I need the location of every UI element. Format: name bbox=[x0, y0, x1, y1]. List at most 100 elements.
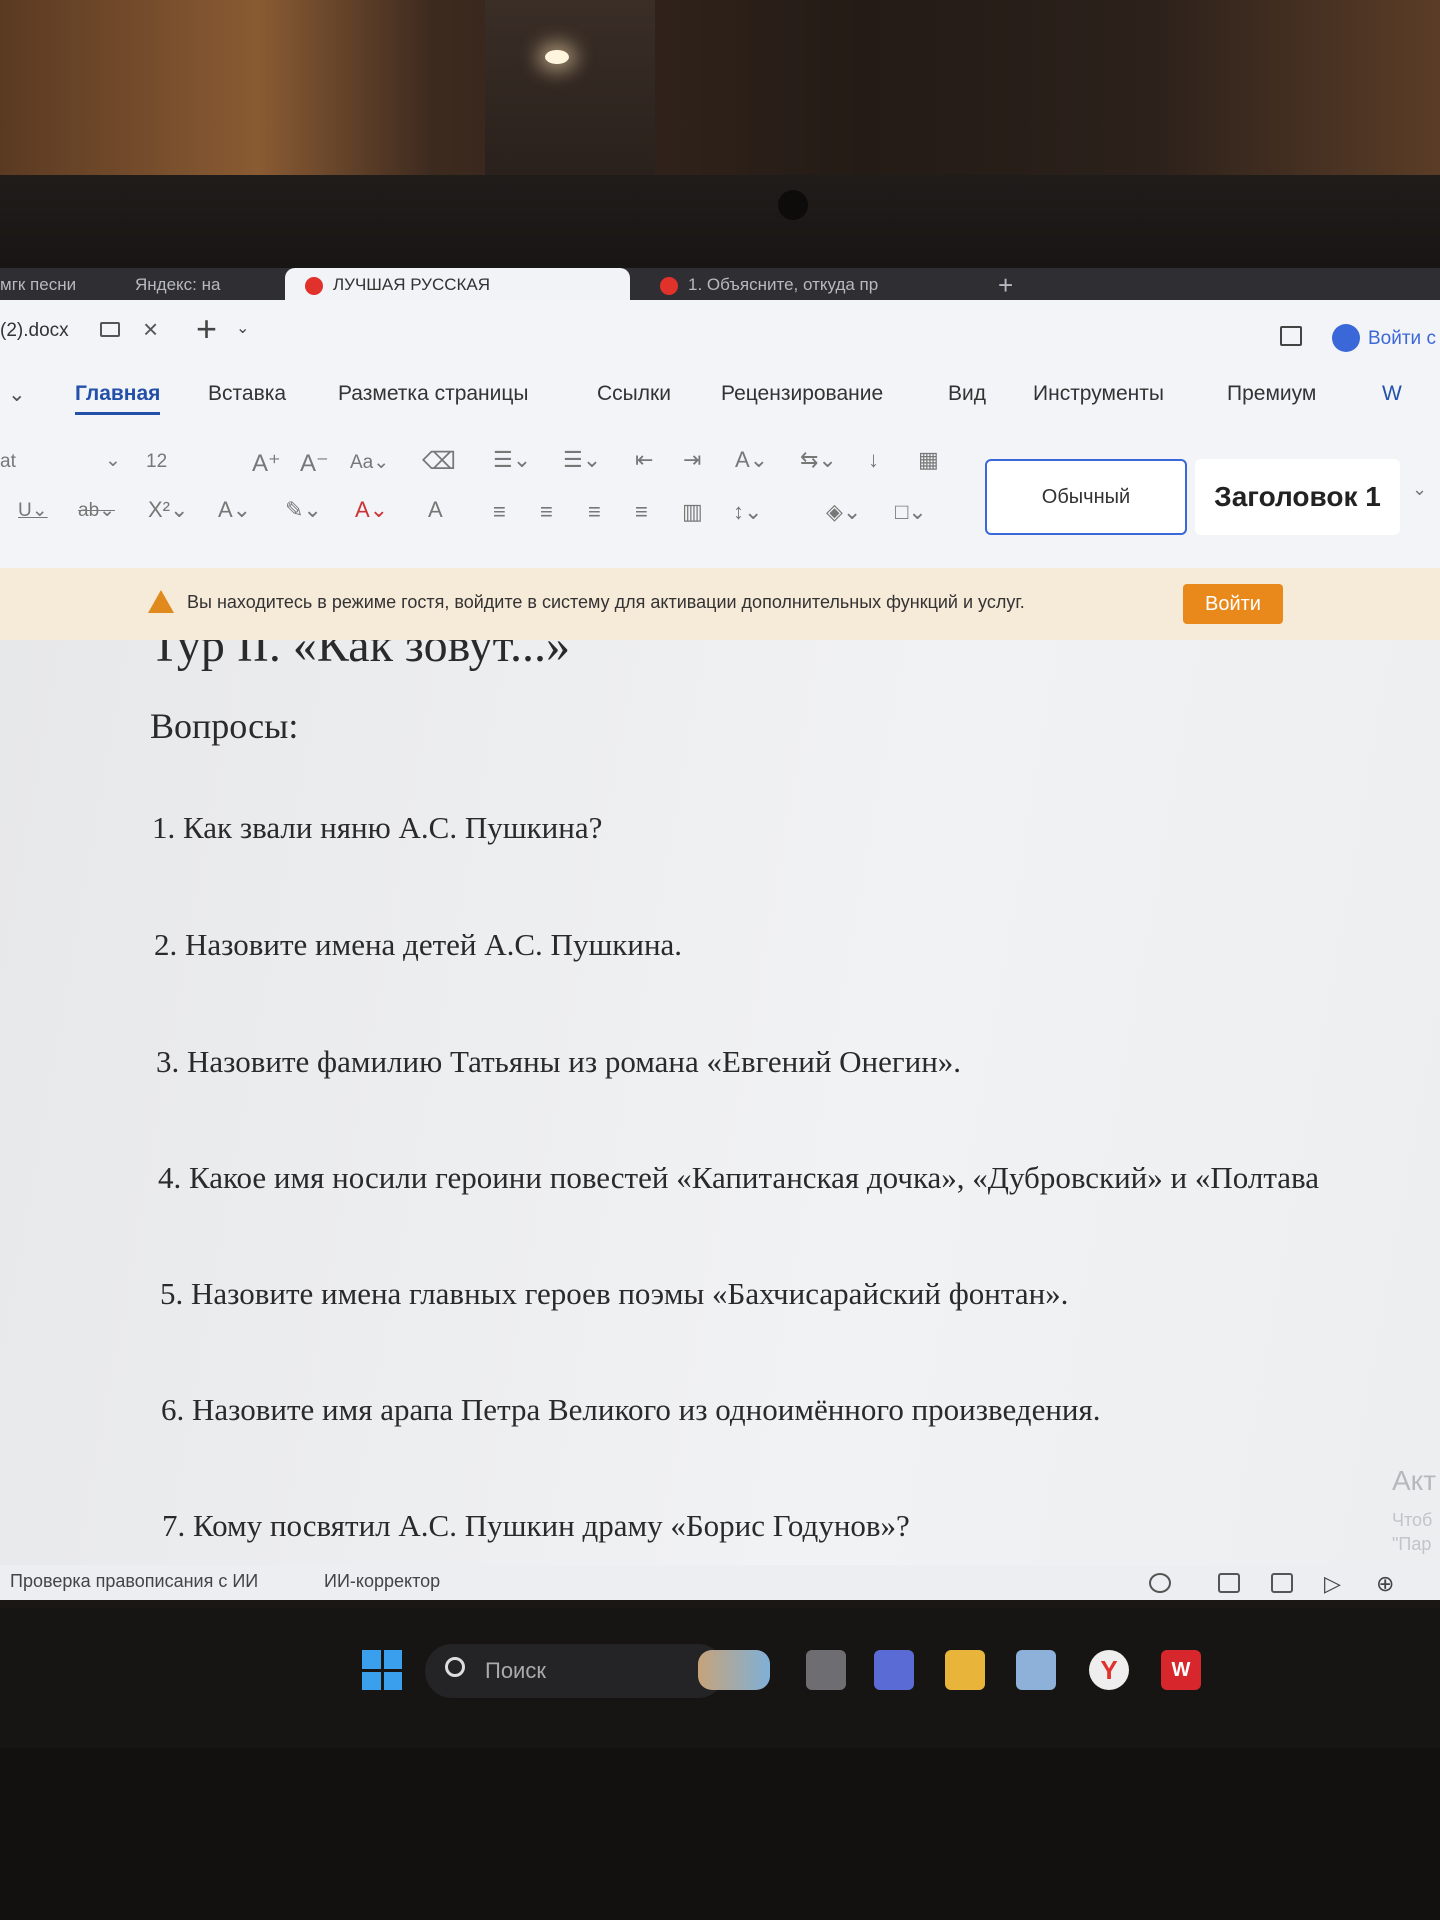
numbered-list-icon[interactable]: ☰⌄ bbox=[563, 447, 601, 473]
align-right-icon[interactable]: ≡ bbox=[588, 499, 601, 525]
grow-font-icon[interactable]: A⁺ bbox=[252, 449, 281, 478]
underline-icon[interactable]: U⌄ bbox=[18, 499, 48, 522]
eye-icon[interactable] bbox=[1149, 1573, 1171, 1593]
question-item: 2. Назовите имена детей А.С. Пушкина. bbox=[154, 927, 683, 962]
task-view-icon[interactable] bbox=[806, 1650, 846, 1690]
menu-insert[interactable]: Вставка bbox=[208, 382, 286, 406]
teams-icon[interactable] bbox=[874, 1650, 914, 1690]
browser-tabbar: мгк песни Яндекс: на ЛУЧШАЯ РУССКАЯ 1. О… bbox=[0, 268, 1440, 302]
menu-w[interactable]: W bbox=[1382, 382, 1402, 406]
activation-watermark-sub: Чтоб "Пар bbox=[1392, 1508, 1432, 1556]
user-icon[interactable] bbox=[1332, 324, 1360, 352]
windows-start-icon[interactable] bbox=[362, 1650, 402, 1690]
store-icon[interactable] bbox=[1016, 1650, 1056, 1690]
globe-icon[interactable]: ⊕ bbox=[1376, 1571, 1394, 1597]
sort-icon[interactable]: ↓ bbox=[868, 447, 879, 473]
shading-icon[interactable]: ◈⌄ bbox=[826, 499, 861, 525]
menu-layout[interactable]: Разметка страницы bbox=[338, 382, 529, 406]
document-subheading: Вопросы: bbox=[150, 706, 299, 746]
guest-mode-banner: Вы находитесь в режиме гостя, войдите в … bbox=[0, 568, 1440, 640]
change-case-icon[interactable]: Aa⌄ bbox=[350, 451, 389, 474]
document-canvas[interactable]: Тур II. «Как зовут...» Вопросы: 1. Как з… bbox=[0, 640, 1440, 1575]
taskbar-search[interactable]: Поиск bbox=[425, 1644, 725, 1698]
watermark-line: Чтоб bbox=[1392, 1510, 1433, 1530]
plus-icon[interactable]: + bbox=[196, 308, 217, 350]
login-link[interactable]: Войти с bbox=[1368, 328, 1436, 350]
text-direction-icon[interactable]: ⇆⌄ bbox=[800, 447, 837, 473]
menu-tools[interactable]: Инструменты bbox=[1033, 382, 1164, 406]
ai-corrector-button[interactable]: ИИ-корректор bbox=[324, 1571, 440, 1592]
reading-view-icon[interactable] bbox=[1271, 1573, 1293, 1593]
highlight-icon[interactable]: ✎⌄ bbox=[285, 497, 322, 523]
titlebar: (2).docx × + ⌄ Войти с bbox=[0, 300, 1440, 360]
tab-favicon-icon bbox=[305, 276, 323, 295]
monitor-icon[interactable] bbox=[100, 322, 120, 337]
styles-more-icon[interactable]: ⌄ bbox=[1412, 479, 1427, 500]
widgets-icon[interactable] bbox=[698, 1650, 770, 1690]
spellcheck-button[interactable]: Проверка правописания с ИИ bbox=[10, 1571, 258, 1592]
chevron-down-icon[interactable]: ⌄ bbox=[8, 382, 26, 407]
browser-tab[interactable]: мгк песни bbox=[0, 268, 115, 302]
menu-review[interactable]: Рецензирование bbox=[721, 382, 883, 406]
tab-label: ЛУЧШАЯ РУССКАЯ bbox=[333, 275, 491, 294]
question-item: 3. Назовите фамилию Татьяны из романа «Е… bbox=[156, 1044, 962, 1079]
browser-tab[interactable]: Яндекс: на bbox=[135, 268, 260, 302]
room-background bbox=[0, 0, 1440, 175]
watermark-line: "Пар bbox=[1392, 1534, 1432, 1554]
align-left-icon[interactable]: ≡ bbox=[493, 499, 506, 525]
document-tab-label[interactable]: (2).docx bbox=[0, 320, 69, 342]
superscript-icon[interactable]: X²⌄ bbox=[148, 497, 188, 523]
window-icon[interactable] bbox=[1280, 326, 1302, 346]
borders-icon[interactable]: □⌄ bbox=[895, 499, 927, 525]
font-name-select[interactable]: at bbox=[0, 451, 16, 473]
ribbon-menu: ⌄ Главная Вставка Разметка страницы Ссыл… bbox=[0, 370, 1440, 420]
eraser-icon[interactable]: ⌫ bbox=[422, 447, 456, 476]
wps-office-icon[interactable]: W bbox=[1161, 1650, 1201, 1690]
new-tab-icon[interactable]: + bbox=[998, 268, 1028, 302]
activation-watermark: Акт bbox=[1392, 1465, 1437, 1496]
tab-favicon-icon bbox=[660, 276, 678, 295]
question-item: 7. Кому посвятил А.С. Пушкин драму «Бори… bbox=[162, 1508, 910, 1543]
question-item: 5. Назовите имена главных героев поэмы «… bbox=[160, 1276, 1069, 1311]
font-size-select[interactable]: 12 bbox=[146, 451, 167, 473]
menu-references[interactable]: Ссылки bbox=[597, 382, 671, 406]
line-spacing-icon[interactable]: ↕⌄ bbox=[733, 499, 762, 525]
font-color-icon[interactable]: A⌄ bbox=[355, 497, 388, 523]
distribute-icon[interactable]: ▥ bbox=[682, 499, 703, 525]
bullet-list-icon[interactable]: ☰⌄ bbox=[493, 447, 531, 473]
show-marks-icon[interactable]: ▦ bbox=[918, 447, 939, 473]
menu-premium[interactable]: Премиум bbox=[1227, 382, 1316, 406]
menu-home[interactable]: Главная bbox=[75, 382, 161, 415]
search-icon bbox=[445, 1657, 465, 1677]
page-view-icon[interactable] bbox=[1218, 1573, 1240, 1593]
ribbon-toolbar: at ⌄ 12 A⁺ A⁻ Aa⌄ ⌫ U⌄ ab⌄ X²⌄ A⌄ ✎⌄ A⌄ … bbox=[0, 435, 1440, 550]
guest-message: Вы находитесь в режиме гостя, войдите в … bbox=[187, 592, 1025, 612]
play-icon[interactable]: ▷ bbox=[1324, 1571, 1341, 1597]
tab-label: Яндекс: на bbox=[135, 275, 221, 294]
chevron-down-icon[interactable]: ⌄ bbox=[236, 318, 249, 338]
style-normal[interactable]: Обычный bbox=[985, 459, 1187, 535]
justify-icon[interactable]: ≡ bbox=[635, 499, 648, 525]
align-center-icon[interactable]: ≡ bbox=[540, 499, 553, 525]
strikethrough-icon[interactable]: ab⌄ bbox=[78, 499, 115, 522]
close-icon[interactable]: × bbox=[143, 314, 158, 345]
statusbar: Проверка правописания с ИИ ИИ-корректор … bbox=[0, 1565, 1440, 1600]
style-heading1[interactable]: Заголовок 1 bbox=[1195, 459, 1400, 535]
yandex-browser-icon[interactable]: Y bbox=[1089, 1650, 1129, 1690]
indent-icon[interactable]: ⇥ bbox=[683, 447, 701, 473]
menu-view[interactable]: Вид bbox=[948, 382, 986, 406]
char-border-icon[interactable]: A bbox=[428, 497, 443, 523]
browser-tab-active[interactable]: ЛУЧШАЯ РУССКАЯ bbox=[285, 268, 630, 302]
file-explorer-icon[interactable] bbox=[945, 1650, 985, 1690]
webcam bbox=[778, 190, 808, 220]
lamp bbox=[545, 50, 569, 64]
tab-label: 1. Объясните, откуда пр bbox=[688, 275, 879, 294]
text-effect-icon[interactable]: A⌄ bbox=[218, 497, 251, 523]
outdent-icon[interactable]: ⇤ bbox=[635, 447, 653, 473]
browser-tab[interactable]: 1. Объясните, откуда пр bbox=[650, 268, 980, 302]
char-spacing-icon[interactable]: A⌄ bbox=[735, 447, 768, 473]
question-item: 6. Назовите имя арапа Петра Великого из … bbox=[161, 1392, 1101, 1427]
shrink-font-icon[interactable]: A⁻ bbox=[300, 449, 329, 478]
login-button[interactable]: Войти bbox=[1183, 584, 1283, 624]
chevron-down-icon[interactable]: ⌄ bbox=[105, 449, 121, 472]
